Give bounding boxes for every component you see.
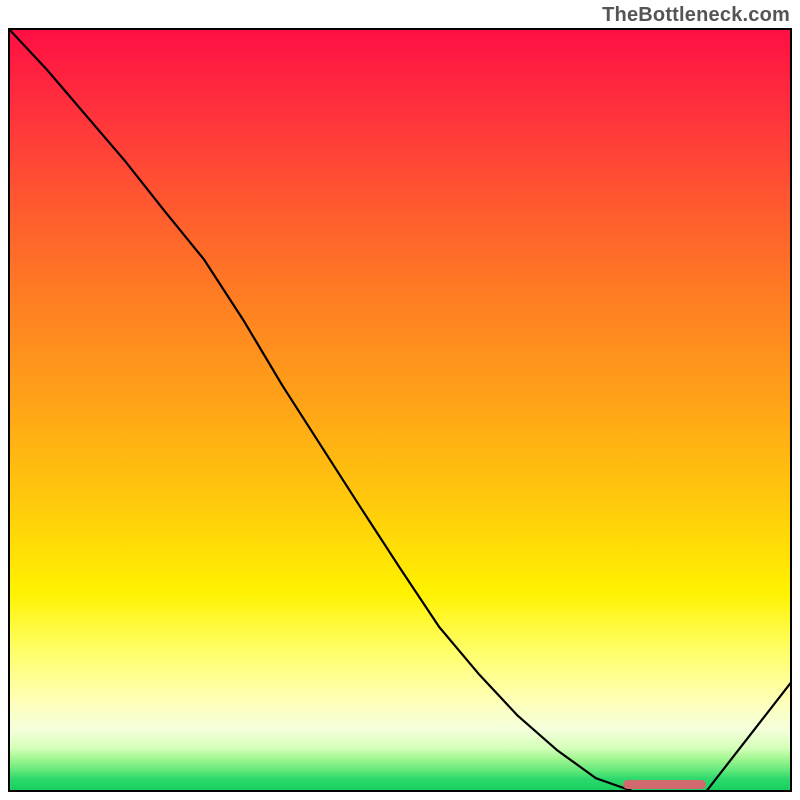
chart-container bbox=[8, 28, 792, 792]
watermark-text: TheBottleneck.com bbox=[602, 4, 790, 27]
optimal-range-marker bbox=[623, 780, 705, 789]
chart-curve bbox=[8, 28, 792, 792]
